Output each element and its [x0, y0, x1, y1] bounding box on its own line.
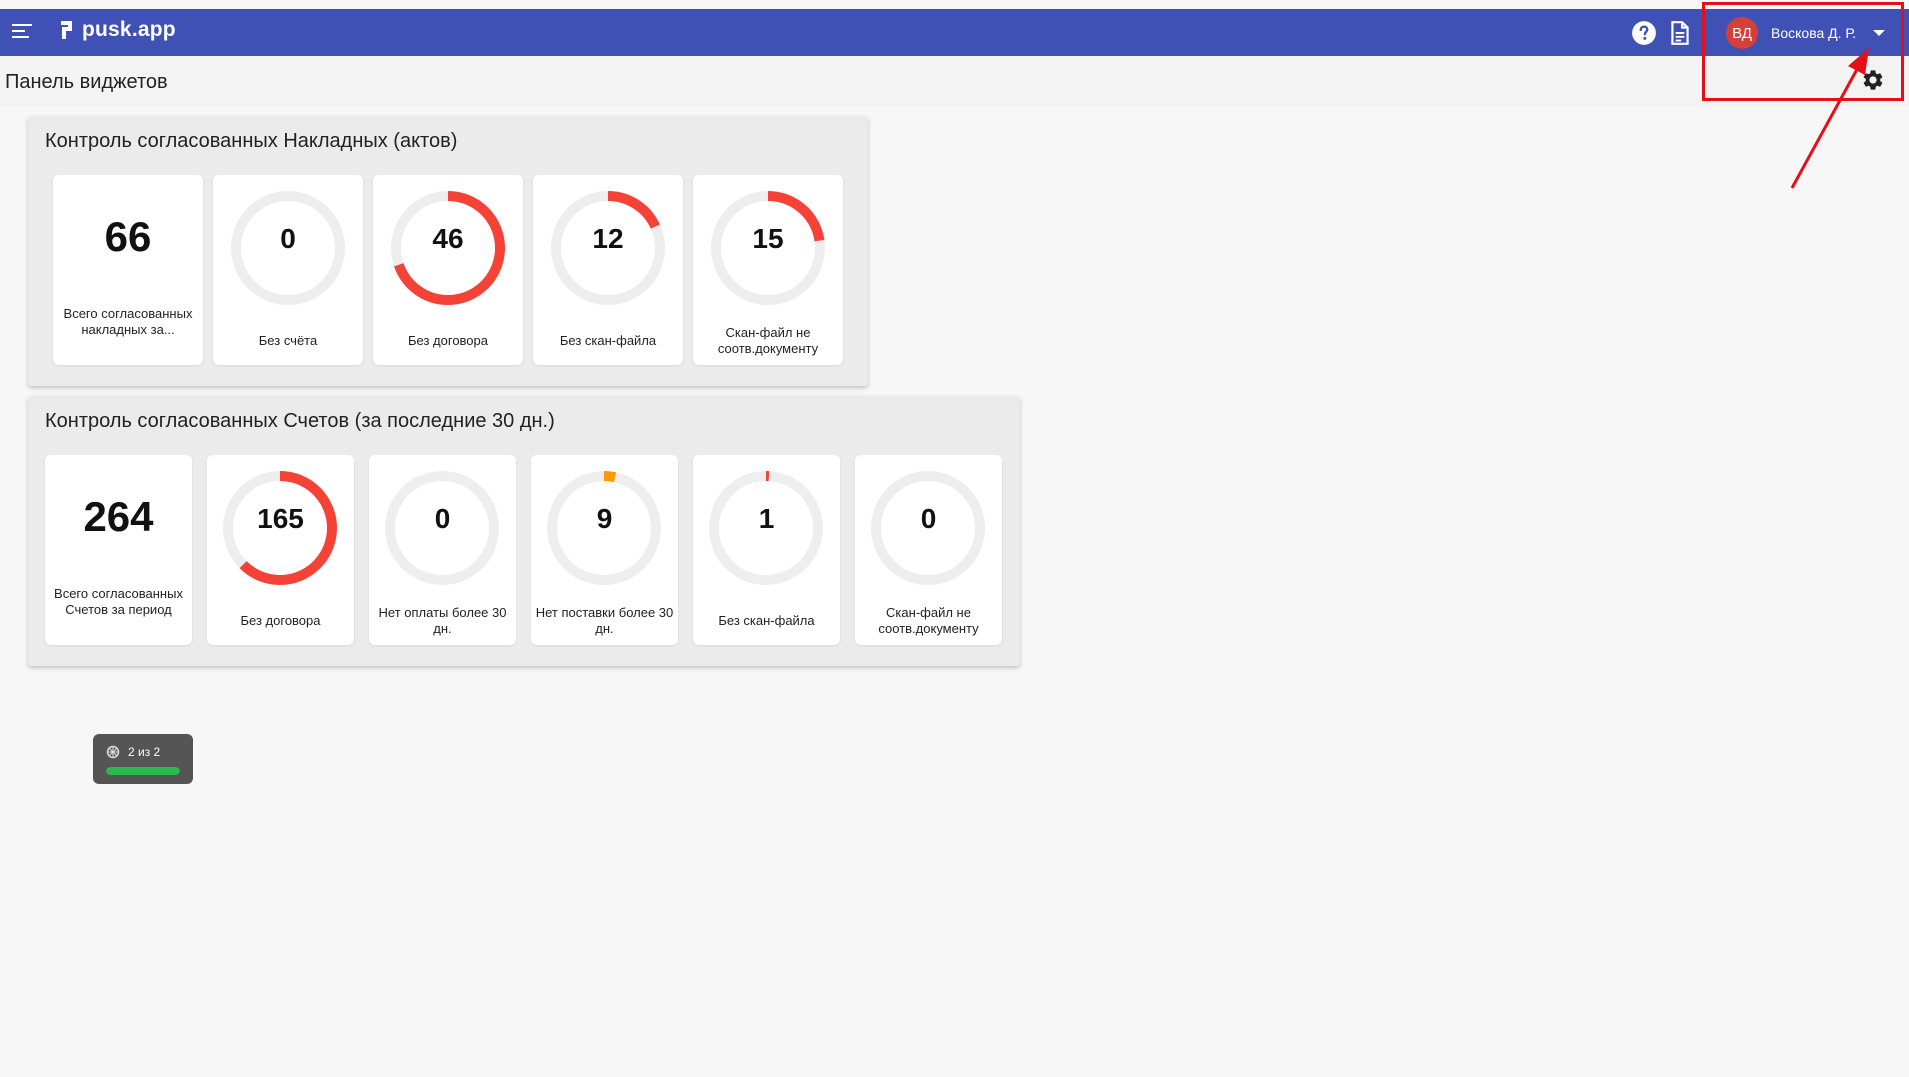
widget-panel: Контроль согласованных Накладных (актов)…: [28, 116, 868, 386]
metric-card[interactable]: 0 Без счёта: [213, 175, 363, 365]
total-value: 66: [104, 213, 152, 260]
metric-label: Без счёта: [258, 333, 318, 348]
top-app-bar: pusk.app ВД Воскова Д. Р.: [0, 9, 1909, 56]
logo[interactable]: pusk.app: [58, 18, 176, 42]
total-card[interactable]: 264 Всего согласованных Счетов за период: [45, 455, 192, 645]
progress-toast[interactable]: 2 из 2: [93, 734, 193, 784]
metric-value: 0: [920, 503, 937, 534]
metric-value: 9: [596, 503, 613, 534]
metric-label: Нет поставки более 30 дн.: [535, 605, 674, 636]
metric-card[interactable]: 46 Без договора: [373, 175, 523, 365]
metric-value: 0: [434, 503, 451, 534]
metric-label: Скан-файл не соотв.документу: [717, 325, 819, 356]
total-card[interactable]: 66 Всего согласованных накладных за...: [53, 175, 203, 365]
metric-label: Без скан-файла: [718, 613, 815, 628]
metric-card[interactable]: 165 Без договора: [207, 455, 354, 645]
metric-value: 1: [758, 503, 775, 534]
metric-card[interactable]: 15 Скан-файл не соотв.документу: [693, 175, 843, 365]
widget-title: Контроль согласованных Накладных (актов): [45, 130, 458, 152]
metric-label: Скан-файл не соотв.документу: [878, 605, 979, 636]
page-title: Панель виджетов: [5, 71, 168, 93]
metric-value: 15: [752, 223, 784, 254]
page-toolbar: [0, 56, 1909, 106]
total-value: 264: [83, 493, 154, 540]
widget-panel: Контроль согласованных Счетов (за послед…: [28, 396, 1020, 666]
progress-text: 2 из 2: [128, 745, 161, 759]
metric-card[interactable]: 9 Нет поставки более 30 дн.: [531, 455, 678, 645]
spinner-icon: [106, 745, 120, 759]
metric-card[interactable]: 0 Нет оплаты более 30 дн.: [369, 455, 516, 645]
menu-icon[interactable]: [12, 24, 32, 42]
total-label: Всего согласованных накладных за...: [63, 306, 193, 337]
progress-track: [106, 767, 180, 775]
logo-text: pusk.app: [82, 18, 176, 41]
metric-value: 165: [257, 503, 304, 534]
logo-icon: [61, 21, 72, 39]
metric-value: 12: [592, 223, 624, 254]
metric-label: Без договора: [240, 613, 321, 628]
metric-label: Без скан-файла: [559, 333, 657, 348]
total-label: Всего согласованных Счетов за период: [54, 586, 183, 617]
document-icon[interactable]: [1667, 20, 1693, 46]
help-icon[interactable]: [1631, 20, 1657, 46]
metric-label: Нет оплаты более 30 дн.: [378, 605, 507, 636]
metric-card[interactable]: 12 Без скан-файла: [533, 175, 683, 365]
metric-card[interactable]: 0 Скан-файл не соотв.документу: [855, 455, 1002, 645]
metric-label: Без договора: [408, 333, 488, 348]
progress-fill: [106, 767, 180, 775]
metric-card[interactable]: 1 Без скан-файла: [693, 455, 840, 645]
highlight-box: [1702, 2, 1904, 101]
widget-title: Контроль согласованных Счетов (за послед…: [45, 410, 555, 432]
metric-value: 0: [280, 223, 296, 254]
metric-value: 46: [432, 223, 464, 254]
